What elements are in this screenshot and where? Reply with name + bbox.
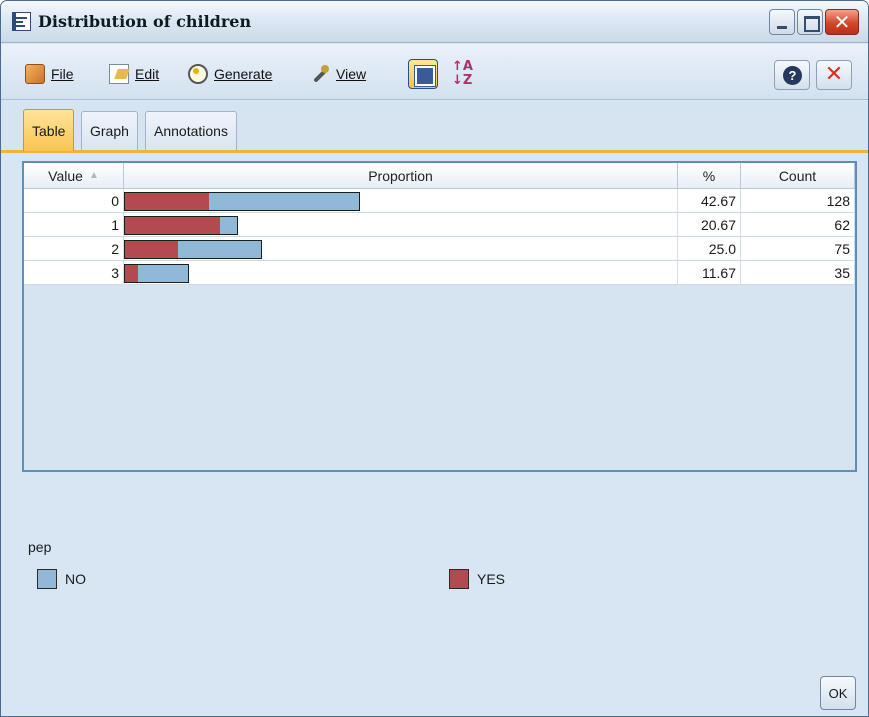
menu-view[interactable]: View <box>310 63 366 85</box>
table-report-icon <box>12 12 31 31</box>
window-title: Distribution of children <box>38 12 252 31</box>
menu-toolbar: File Edit Generate View ↑A ↓Z ? ✕ <box>1 44 868 100</box>
generate-icon <box>188 64 208 84</box>
proportion-bar <box>124 240 262 259</box>
column-header-count-label: Count <box>778 167 817 184</box>
tab-graph-label: Graph <box>90 123 129 139</box>
distribution-table-panel: Value ▲ Proportion % Count 0 42.67 128 1 <box>22 161 857 472</box>
ok-button[interactable]: OK <box>820 676 856 710</box>
ok-button-label: OK <box>828 685 848 701</box>
table-row[interactable]: 3 11.67 35 <box>24 261 855 285</box>
cell-count: 35 <box>741 261 855 285</box>
minimize-button[interactable] <box>769 9 795 35</box>
proportion-bar-yes <box>125 193 210 210</box>
cell-proportion <box>124 189 678 213</box>
title-bar[interactable]: Distribution of children ✕ <box>1 1 868 43</box>
tab-graph[interactable]: Graph <box>81 111 138 150</box>
legend-swatch-yes <box>449 569 469 589</box>
cell-proportion <box>124 261 678 285</box>
distribution-window: Distribution of children ✕ File Edit Gen… <box>0 0 869 717</box>
menu-view-label: View <box>336 66 367 82</box>
cell-percent: 25.0 <box>678 237 741 261</box>
close-view-button[interactable]: ✕ <box>816 60 852 90</box>
table-row[interactable]: 2 25.0 75 <box>24 237 855 261</box>
edit-icon <box>109 64 129 84</box>
legend-swatch-no <box>37 569 57 589</box>
tab-annotations[interactable]: Annotations <box>145 111 237 150</box>
file-icon <box>25 64 45 84</box>
cell-value: 0 <box>24 189 124 213</box>
cell-count: 62 <box>741 213 855 237</box>
view-icon <box>310 64 330 84</box>
maximize-button[interactable] <box>797 9 823 35</box>
table-row[interactable]: 1 20.67 62 <box>24 213 855 237</box>
content-area: Value ▲ Proportion % Count 0 42.67 128 1 <box>1 156 868 716</box>
column-header-value[interactable]: Value ▲ <box>24 163 124 189</box>
legend-label-no: NO <box>65 571 86 587</box>
help-icon: ? <box>783 66 802 85</box>
cell-count: 128 <box>741 189 855 213</box>
menu-generate-label: Generate <box>214 66 273 82</box>
column-header-proportion-label: Proportion <box>368 167 433 184</box>
legend-item-no: NO <box>37 569 86 589</box>
proportion-bar-yes <box>125 241 179 258</box>
column-header-proportion[interactable]: Proportion <box>124 163 678 189</box>
tab-strip: Table Graph Annotations <box>1 101 868 153</box>
column-header-count[interactable]: Count <box>741 163 855 189</box>
sort-icon: ↑A ↓Z <box>452 59 473 88</box>
cell-value: 2 <box>24 237 124 261</box>
column-header-percent[interactable]: % <box>678 163 741 189</box>
cell-proportion <box>124 237 678 261</box>
proportion-bar <box>124 264 189 283</box>
table-row[interactable]: 0 42.67 128 <box>24 189 855 213</box>
legend-title: pep <box>28 539 52 555</box>
proportion-bar <box>124 216 238 235</box>
proportion-bar-yes <box>125 265 138 282</box>
tab-table-label: Table <box>32 122 66 139</box>
menu-edit[interactable]: Edit <box>109 63 159 85</box>
cell-percent: 20.67 <box>678 213 741 237</box>
cell-percent: 42.67 <box>678 189 741 213</box>
cell-value: 1 <box>24 213 124 237</box>
close-view-icon: ✕ <box>824 62 844 87</box>
cell-percent: 11.67 <box>678 261 741 285</box>
menu-generate[interactable]: Generate <box>188 63 272 85</box>
proportion-bar <box>124 192 360 211</box>
close-window-button[interactable]: ✕ <box>825 9 859 35</box>
tab-table[interactable]: Table <box>23 109 75 151</box>
menu-file-label: File <box>51 66 74 82</box>
proportion-bar-yes <box>125 217 221 234</box>
tool-table-button[interactable] <box>408 59 438 89</box>
column-header-percent-label: % <box>702 167 716 184</box>
help-button[interactable]: ? <box>774 60 810 90</box>
cell-proportion <box>124 213 678 237</box>
legend-item-yes: YES <box>449 569 505 589</box>
cell-count: 75 <box>741 237 855 261</box>
cell-value: 3 <box>24 261 124 285</box>
table-header: Value ▲ Proportion % Count <box>24 163 855 189</box>
menu-file[interactable]: File <box>25 63 74 85</box>
tool-sort-button[interactable]: ↑A ↓Z <box>448 59 478 89</box>
tab-annotations-label: Annotations <box>154 123 228 139</box>
legend-label-yes: YES <box>477 571 506 587</box>
menu-edit-label: Edit <box>135 66 160 82</box>
column-header-value-label: Value <box>48 167 83 184</box>
sort-ascending-icon: ▲ <box>88 170 99 181</box>
close-icon: ✕ <box>833 10 851 34</box>
